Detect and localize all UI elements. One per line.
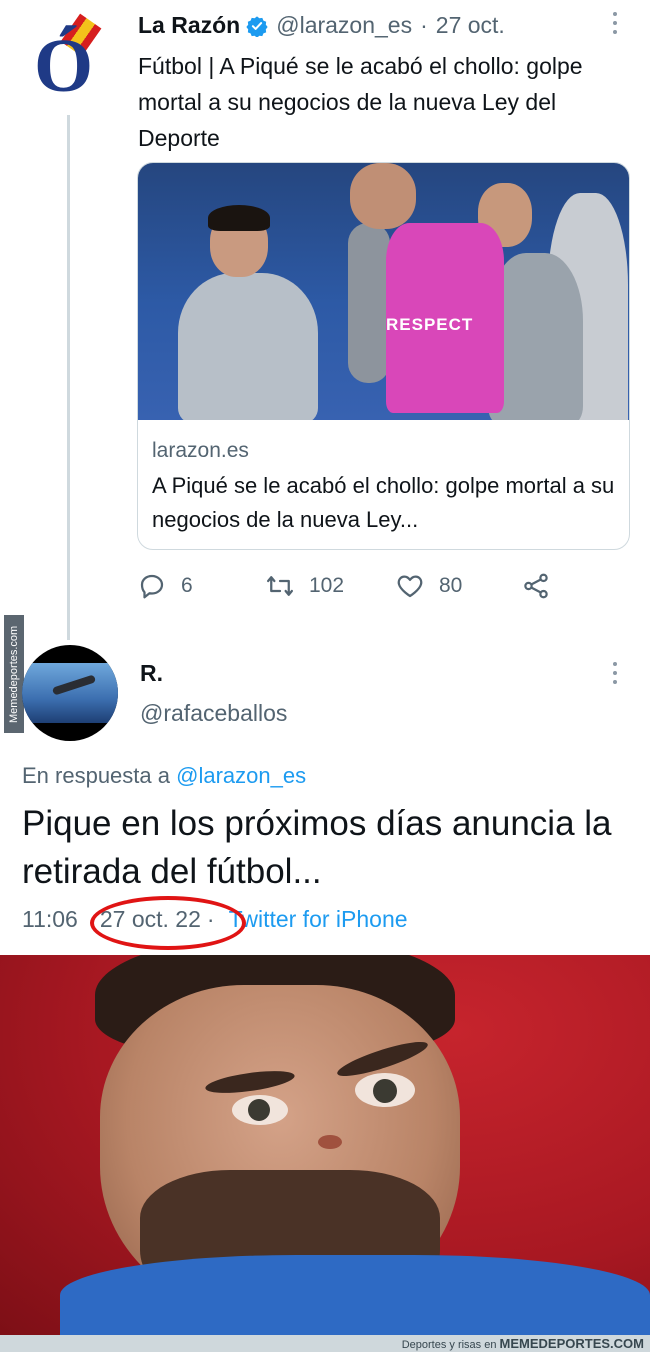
footer-brand: MEMEDEPORTES.COM: [499, 1336, 644, 1351]
bib-text: RESPECT: [386, 315, 474, 334]
tweet1-header: La Razón @larazon_es · 27 oct.: [138, 12, 505, 39]
reply-context: En respuesta a @larazon_es: [22, 763, 306, 789]
side-watermark: Memedeportes.com: [4, 615, 24, 733]
tweet2-time[interactable]: 11:06: [22, 906, 78, 933]
reply-mention-link[interactable]: @larazon_es: [176, 763, 306, 788]
more-options-icon[interactable]: [612, 12, 618, 36]
retweet-button[interactable]: 102: [265, 568, 344, 604]
card-domain: larazon.es: [152, 439, 249, 462]
reply-prefix: En respuesta a: [22, 763, 170, 788]
reply-count: 6: [181, 574, 193, 597]
retweet-icon: [267, 576, 293, 596]
share-icon: [524, 573, 548, 599]
photo-figure: [348, 223, 390, 383]
reply-icon: [140, 574, 164, 599]
tweet2-text: Pique en los próximos días anuncia la re…: [22, 804, 612, 891]
photo-figure: [178, 273, 318, 420]
header-separator: ·: [420, 12, 428, 38]
photo-figure: [350, 163, 416, 229]
tweet1-text: Fútbol | A Piqué se le acabó el chollo: …: [138, 53, 583, 151]
rafaceballos-avatar[interactable]: [22, 645, 118, 741]
photo-figure: [208, 205, 270, 231]
reaction-figure: [232, 1095, 288, 1125]
red-highlight-circle: [90, 896, 246, 950]
reaction-figure: [355, 1073, 415, 1107]
tweet1-date[interactable]: 27 oct.: [436, 12, 505, 39]
tweet1-handle[interactable]: @larazon_es: [276, 12, 412, 39]
reply-button[interactable]: 6: [137, 568, 193, 604]
la-razon-logo: Ó: [34, 24, 94, 108]
more-options-icon[interactable]: [612, 662, 618, 686]
link-preview-card[interactable]: RESPECT larazon.es A Piqué se le acabó e…: [137, 162, 630, 550]
tweet1-author-name[interactable]: La Razón: [138, 12, 240, 39]
card-title: A Piqué se le acabó el chollo: golpe mor…: [152, 473, 615, 532]
tweet2-source-link[interactable]: Twitter for iPhone: [229, 906, 408, 933]
share-button[interactable]: [521, 568, 565, 604]
heart-icon: [397, 575, 423, 598]
verified-badge-icon: [246, 15, 268, 37]
tweet1-action-bar: 6 102 80: [137, 568, 627, 604]
reaction-figure: [318, 1135, 342, 1149]
reaction-figure: [60, 1255, 650, 1335]
retweet-count: 102: [309, 574, 345, 597]
footer-prefix: Deportes y risas en: [401, 1339, 497, 1351]
footer-watermark: Deportes y risas en MEMEDEPORTES.COM: [0, 1335, 650, 1352]
like-button[interactable]: 80: [395, 568, 462, 604]
reaction-image: [0, 955, 650, 1335]
tweet2-author-name[interactable]: R.: [140, 660, 163, 687]
la-razon-avatar[interactable]: Ó: [22, 13, 112, 108]
thread-connector-line: [67, 115, 70, 640]
avatar-photo: [22, 663, 118, 723]
card-photo: RESPECT: [138, 163, 629, 420]
tweet2-handle[interactable]: @rafaceballos: [140, 700, 287, 727]
like-count: 80: [439, 574, 463, 597]
